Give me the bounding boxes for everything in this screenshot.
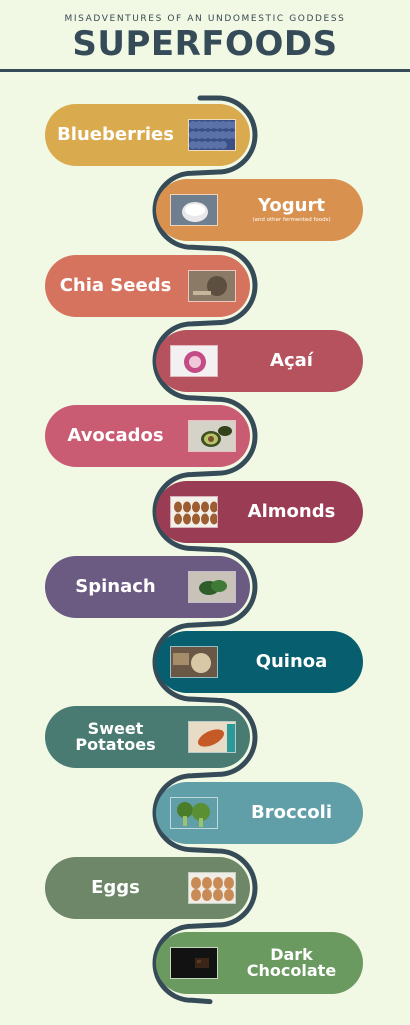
broccoli-photo — [170, 796, 218, 829]
superfood-label-text: Almonds — [247, 500, 336, 522]
superfood-label: Dark Chocolate — [226, 947, 357, 979]
superfood-item: Spinach — [45, 555, 250, 618]
superfood-label-text: Dark Chocolate — [246, 945, 337, 981]
sweet-potatoes-photo — [188, 721, 236, 754]
superfood-label: Sweet Potatoes — [53, 721, 178, 753]
superfood-item: Sweet Potatoes — [45, 706, 250, 769]
superfood-label: Almonds — [226, 500, 357, 522]
superfood-label: Broccoli — [226, 801, 357, 823]
superfood-label-text: Açaí — [270, 349, 313, 371]
superfood-label: Blueberries — [53, 126, 178, 144]
superfood-label: Eggs — [53, 879, 178, 897]
almonds-photo — [170, 495, 218, 528]
superfood-label-text: Sweet Potatoes — [75, 719, 156, 755]
superfood-item: Yogurt (and other fermented foods) — [156, 179, 363, 242]
superfood-label: Yogurt (and other fermented foods) — [226, 194, 357, 224]
superfood-item: Dark Chocolate — [156, 932, 363, 995]
superfood-item: Chia Seeds — [45, 254, 250, 317]
superfood-sublabel: (and other fermented foods) — [252, 216, 331, 223]
spinach-photo — [188, 570, 236, 603]
acai-bowl-photo — [170, 344, 218, 377]
superfood-item: Broccoli — [156, 781, 363, 844]
superfood-label: Quinoa — [226, 653, 357, 671]
superfood-item: Avocados — [45, 405, 250, 468]
superfood-label-text: Eggs — [91, 877, 140, 898]
superfood-label-text: Quinoa — [255, 651, 328, 673]
chia-seeds-photo — [188, 269, 236, 302]
dark-chocolate-photo — [170, 947, 218, 980]
superfood-item: Blueberries — [45, 104, 250, 166]
superfood-label-text: Blueberries — [57, 124, 174, 145]
blueberries-photo — [188, 119, 236, 151]
superfood-item: Quinoa — [156, 631, 363, 694]
superfood-label-text: Avocados — [67, 425, 164, 447]
superfood-item: Almonds — [156, 480, 363, 543]
superfood-label: Avocados — [53, 427, 178, 445]
superfood-label: Spinach — [53, 575, 178, 597]
superfood-label-text: Yogurt — [258, 194, 325, 216]
quinoa-photo — [170, 646, 218, 679]
superfood-label: Chia Seeds — [53, 274, 178, 296]
eggs-photo — [188, 872, 236, 904]
superfood-label-text: Broccoli — [250, 801, 332, 823]
superfood-label: Açaí — [226, 349, 357, 371]
avocado-photo — [188, 420, 236, 453]
superfood-item: Açaí — [156, 329, 363, 392]
superfood-item: Eggs — [45, 857, 250, 919]
superfood-label-text: Spinach — [75, 575, 156, 597]
superfood-label-text: Chia Seeds — [59, 274, 172, 296]
yogurt-photo — [170, 194, 218, 227]
